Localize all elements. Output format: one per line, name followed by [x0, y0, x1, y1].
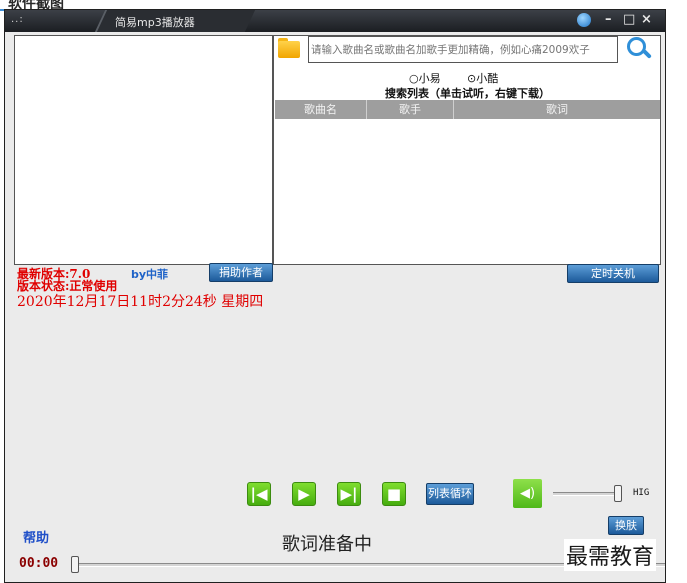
volume-label: HIG: [633, 488, 650, 498]
timer-shutdown-button[interactable]: 定时关机: [567, 264, 659, 283]
volume-icon[interactable]: ◀): [513, 479, 542, 508]
radio-unselected-icon: ○: [409, 72, 419, 85]
results-list-header: 歌曲名 歌手 歌词: [275, 100, 660, 119]
title-bar[interactable]: ..: 简易mp3播放器 – □ ×: [5, 10, 665, 32]
source-label: 小酷: [476, 72, 499, 85]
play-button[interactable]: ▶: [292, 482, 316, 506]
screenshot-root: 软件截图 ..: 简易mp3播放器 – □ × ○小易 ⊙小酷 搜: [0, 0, 687, 583]
playlist-panel[interactable]: [14, 35, 273, 265]
loop-mode-button[interactable]: 列表循环: [426, 483, 474, 505]
watermark-text: 最需教育: [564, 539, 657, 571]
app-menu-icon[interactable]: ..:: [11, 14, 24, 25]
radio-selected-icon: ⊙: [467, 72, 477, 85]
skin-icon[interactable]: [577, 13, 591, 27]
change-skin-button[interactable]: 换肤: [608, 516, 644, 535]
column-header-artist[interactable]: 歌手: [367, 100, 454, 119]
window-title: 简易mp3播放器: [115, 16, 195, 29]
column-header-lyrics[interactable]: 歌词: [454, 100, 660, 119]
previous-track-button[interactable]: |◀: [247, 482, 271, 506]
search-list-label: 搜索列表（单击试听，右键下载）: [385, 87, 550, 100]
restore-button[interactable]: □: [623, 12, 635, 27]
minimize-button[interactable]: –: [605, 12, 612, 27]
stop-button[interactable]: ■: [382, 482, 406, 506]
source-radio-xiaoku[interactable]: ⊙小酷: [467, 70, 498, 86]
search-input[interactable]: [308, 36, 618, 63]
progress-slider-thumb[interactable]: [71, 556, 79, 573]
folder-icon-body: [278, 41, 300, 58]
datetime-display: 2020年12月17日11时2分24秒 星期四: [17, 294, 264, 310]
source-radio-xiaoyi[interactable]: ○小易: [409, 70, 441, 86]
column-header-song[interactable]: 歌曲名: [275, 100, 367, 119]
current-time: 00:00: [19, 556, 59, 571]
source-label: 小易: [418, 72, 441, 85]
folder-icon[interactable]: [278, 38, 300, 58]
donate-button[interactable]: 捐助作者: [209, 263, 273, 282]
next-track-button[interactable]: ▶|: [337, 482, 361, 506]
search-button[interactable]: [623, 34, 655, 64]
author-label: by中菲: [131, 268, 169, 281]
close-button[interactable]: ×: [641, 12, 652, 27]
volume-slider-track[interactable]: [553, 492, 619, 496]
player-window: ..: 简易mp3播放器 – □ × ○小易 ⊙小酷 搜索列表（单击试听，右键下…: [4, 9, 666, 583]
search-icon-handle: [642, 49, 652, 59]
help-link[interactable]: 帮助: [23, 527, 49, 546]
lyrics-status: 歌词准备中: [282, 534, 372, 555]
volume-slider-thumb[interactable]: [613, 485, 622, 502]
